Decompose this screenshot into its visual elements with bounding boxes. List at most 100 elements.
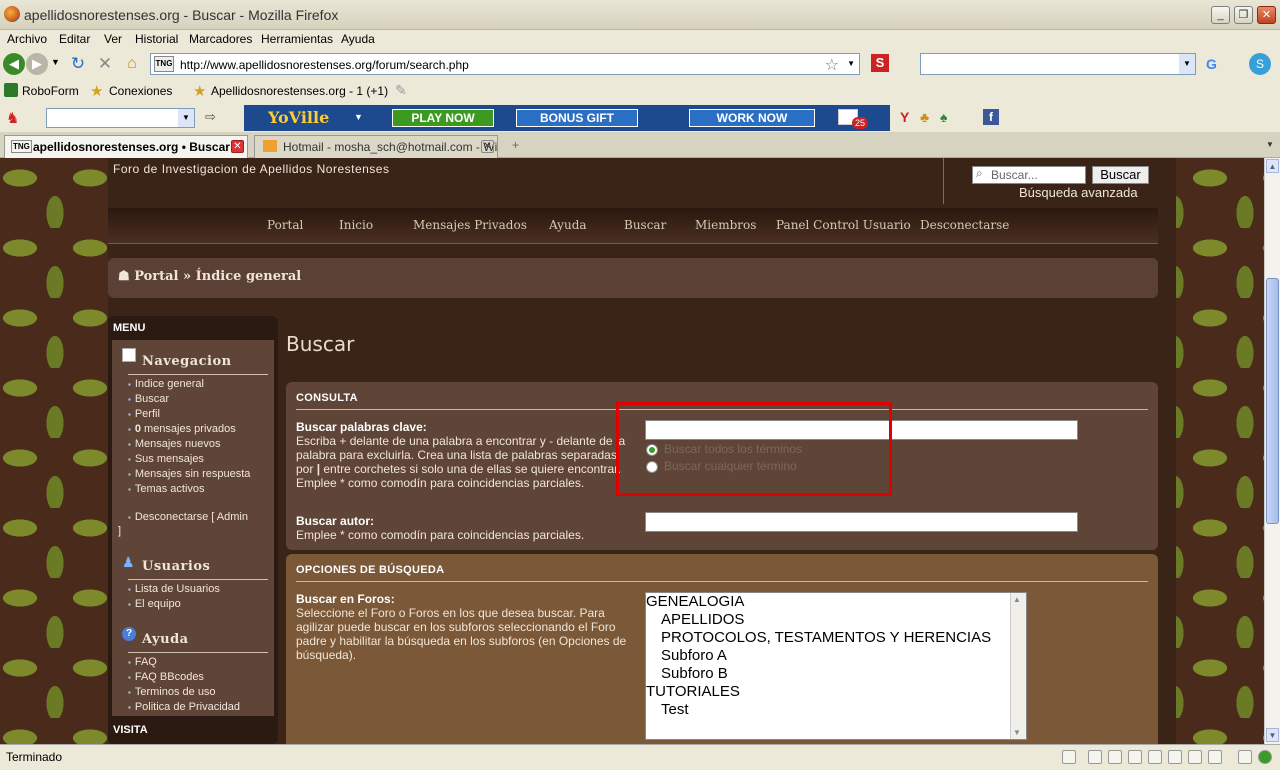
scroll-up-icon[interactable]: ▲ [1266, 159, 1279, 173]
tool-icon[interactable] [1208, 750, 1222, 764]
forum-option[interactable]: PROTOCOLOS, TESTAMENTOS Y HERENCIAS [646, 629, 1026, 647]
scroll-down-icon[interactable]: ▼ [1013, 728, 1021, 737]
header-search-button[interactable]: Buscar [1092, 166, 1149, 184]
google-icon[interactable]: G [1206, 56, 1217, 72]
nav-mensajes-privados[interactable]: Mensajes Privados [413, 218, 527, 232]
arrow-right-icon[interactable]: ⇨ [205, 109, 216, 125]
sidebar-item-mensajes-nuevos[interactable]: Mensajes nuevos [128, 438, 221, 450]
nav-portal[interactable]: Portal [267, 218, 303, 232]
tab-buscar[interactable]: TNG apellidosnorestenses.org • Buscar ✕ [4, 135, 248, 158]
scroll-down-icon[interactable]: ▼ [1266, 728, 1279, 742]
nav-desconectarse[interactable]: Desconectarse [920, 218, 1009, 232]
close-window-button[interactable]: ✕ [1257, 6, 1276, 24]
tab-close-icon[interactable]: ✕ [481, 140, 494, 153]
history-dropdown-icon[interactable]: ▼ [51, 57, 60, 67]
save-icon[interactable] [1128, 750, 1142, 764]
sidebar-item-desconectarse[interactable]: Desconectarse [ Admin [128, 511, 248, 523]
refresh-icon[interactable] [1168, 750, 1182, 764]
sidebar-item-perfil[interactable]: Perfil [128, 408, 160, 420]
bookmark-roboform[interactable]: RoboForm [22, 84, 79, 98]
printer-icon[interactable] [1148, 750, 1162, 764]
page-scrollbar[interactable]: ▲ ▼ [1264, 158, 1280, 744]
breadcrumb-text[interactable]: ☗ Portal » Índice general [118, 269, 301, 284]
forums-scrollbar[interactable]: ▲ ▼ [1010, 593, 1026, 739]
sidebar-item-sin-respuesta[interactable]: Mensajes sin respuesta [128, 468, 251, 480]
facebook-icon[interactable]: f [983, 109, 999, 125]
sidebar-item-mensajes-privados[interactable]: 0 mensajes privados [128, 423, 236, 435]
advanced-search-link[interactable]: Búsqueda avanzada [1019, 185, 1138, 200]
edit-icon[interactable] [1088, 750, 1102, 764]
menu-ayuda[interactable]: Ayuda [341, 32, 375, 46]
maximize-button[interactable]: ❐ [1234, 6, 1253, 24]
sidebar-item-temas-activos[interactable]: Temas activos [128, 483, 205, 495]
menu-editar[interactable]: Editar [59, 32, 90, 46]
address-url[interactable]: http://www.apellidosnorestenses.org/foru… [180, 58, 469, 72]
menu-herramientas[interactable]: Herramientas [261, 32, 333, 46]
toolbar-search-input[interactable]: ▼ [46, 108, 195, 128]
nav-miembros[interactable]: Miembros [695, 218, 756, 232]
sidebar-item-lista-usuarios[interactable]: Lista de Usuarios [128, 583, 220, 595]
forum-option[interactable]: TUTORIALES [646, 683, 1026, 701]
sidebar-item-privacidad[interactable]: Politica de Privacidad [128, 701, 240, 713]
print-icon[interactable] [1108, 750, 1122, 764]
pencil-icon[interactable]: ✎ [395, 82, 407, 99]
menu-historial[interactable]: Historial [135, 32, 178, 46]
page-icon[interactable] [1062, 750, 1076, 764]
address-bar[interactable]: TNG http://www.apellidosnorestenses.org/… [150, 53, 860, 75]
browser-search-box[interactable]: ▼ [920, 53, 1196, 75]
author-input[interactable] [645, 512, 1078, 532]
bookmark-conexiones[interactable]: Conexiones [109, 84, 172, 98]
sidebar-item-faq-bbcodes[interactable]: FAQ BBcodes [128, 671, 204, 683]
menu-marcadores[interactable]: Marcadores [189, 32, 252, 46]
bonus-gift-button[interactable]: BONUS GIFT [516, 109, 638, 127]
yoville-banner[interactable]: YoVille ▼ PLAY NOW BONUS GIFT WORK NOW 2… [244, 105, 890, 131]
plant-icon[interactable]: ♣ [920, 109, 929, 125]
forum-option[interactable]: Subforo A [646, 647, 1026, 665]
reload-icon[interactable]: ↻ [67, 53, 89, 75]
forward-icon[interactable]: ▶ [26, 53, 48, 75]
forum-option[interactable]: APELLIDOS [646, 611, 1026, 629]
new-tab-icon[interactable]: + [512, 138, 519, 152]
skype-icon[interactable]: S [1249, 53, 1271, 75]
settings-icon[interactable] [1238, 750, 1252, 764]
scroll-up-icon[interactable]: ▲ [1013, 595, 1021, 604]
url-dropdown-icon[interactable]: ▼ [847, 59, 855, 68]
island-icon[interactable]: ♠ [940, 109, 947, 125]
back-icon[interactable]: ◀ [3, 53, 25, 75]
forums-select[interactable]: GENEALOGIA APELLIDOS PROTOCOLOS, TESTAME… [645, 592, 1027, 740]
breadcrumb-label[interactable]: Portal » Índice general [134, 269, 301, 284]
menu-ver[interactable]: Ver [104, 32, 122, 46]
search-dropdown-icon[interactable]: ▼ [1179, 54, 1195, 74]
sidebar-item-faq[interactable]: FAQ [128, 656, 157, 668]
forum-option[interactable]: GENEALOGIA [646, 593, 1026, 611]
sidebar-item-buscar[interactable]: Buscar [128, 393, 169, 405]
stumble-icon[interactable]: S [871, 54, 889, 72]
header-search-input[interactable]: Buscar... [972, 166, 1086, 184]
forum-option[interactable]: Subforo B [646, 665, 1026, 683]
toolbar-dropdown-icon[interactable]: ▼ [178, 109, 194, 127]
nav-buscar[interactable]: Buscar [624, 218, 666, 232]
sidebar-item-sus-mensajes[interactable]: Sus mensajes [128, 453, 204, 465]
stop-icon[interactable]: ✕ [94, 53, 116, 75]
yahoo-icon[interactable]: Y [900, 109, 909, 125]
yoville-dropdown-icon[interactable]: ▼ [354, 112, 363, 122]
nav-ayuda[interactable]: Ayuda [549, 218, 587, 232]
work-now-button[interactable]: WORK NOW [689, 109, 815, 127]
animal-icon[interactable]: ♞ [6, 109, 19, 127]
play-now-button[interactable]: PLAY NOW [392, 109, 494, 127]
tab-hotmail[interactable]: Hotmail - mosha_sch@hotmail.com - Wi... … [254, 135, 498, 158]
scrollbar-thumb[interactable] [1266, 278, 1279, 524]
bookmark-apellidos[interactable]: Apellidosnorestenses.org - 1 (+1) [211, 84, 388, 98]
document-icon[interactable] [1188, 750, 1202, 764]
bookmark-star-icon[interactable]: ☆ [825, 55, 839, 75]
minimize-button[interactable]: _ [1211, 6, 1230, 24]
sidebar-item-el-equipo[interactable]: El equipo [128, 598, 181, 610]
menu-archivo[interactable]: Archivo [7, 32, 47, 46]
home-icon[interactable]: ⌂ [121, 53, 143, 75]
sidebar-item-terminos[interactable]: Terminos de uso [128, 686, 216, 698]
forum-option[interactable]: Test [646, 701, 1026, 719]
nav-panel-control[interactable]: Panel Control Usuario [776, 218, 911, 232]
sidebar-item-indice[interactable]: Indice general [128, 378, 204, 390]
tab-list-icon[interactable]: ▼ [1266, 140, 1274, 149]
nav-inicio[interactable]: Inicio [339, 218, 373, 232]
